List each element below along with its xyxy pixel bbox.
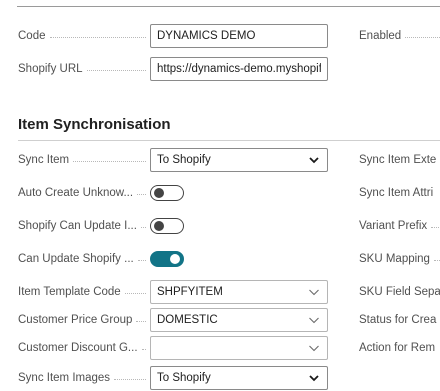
shopify-url-row: Shopify URL https://dynamics-demo.myshop… — [0, 56, 440, 82]
action-for-removed-label: Action for Rem — [359, 342, 436, 354]
auto-create-unknown-label: Auto Create Unknow... — [18, 180, 146, 206]
chevron-down-icon — [307, 285, 321, 299]
item-synchronisation-heading: Item Synchronisation — [18, 116, 171, 133]
toggle-knob — [154, 188, 164, 198]
can-update-shopify-products-label: Can Update Shopify ... — [18, 246, 146, 272]
can-update-shopify-products-row: Can Update Shopify ... SKU Mapping — [0, 246, 440, 272]
sync-item-attributes-label: Sync Item Attri — [359, 187, 434, 199]
auto-create-unknown-row: Auto Create Unknow... Sync Item Attri — [0, 180, 440, 206]
customer-discount-group-row: Customer Discount G... Action for Rem — [0, 335, 440, 361]
sync-item-row: Sync Item To Shopify Sync Item Exte — [0, 147, 440, 173]
customer-discount-group-label: Customer Discount G... — [18, 335, 146, 361]
can-update-shopify-products-toggle[interactable] — [150, 251, 184, 267]
chevron-down-icon — [307, 153, 321, 167]
code-label: Code — [18, 23, 146, 49]
item-template-code-label: Item Template Code — [18, 279, 146, 305]
enabled-label: Enabled — [359, 23, 440, 49]
shopify-can-update-items-row: Shopify Can Update I... Variant Prefix — [0, 213, 440, 239]
auto-create-unknown-toggle[interactable] — [150, 185, 184, 201]
sync-item-select[interactable]: To Shopify — [150, 148, 328, 172]
chevron-down-icon — [307, 341, 321, 355]
sync-item-images-row: Sync Item Images To Shopify — [0, 365, 440, 391]
chevron-down-icon — [307, 313, 321, 327]
shopify-url-label: Shopify URL — [18, 56, 146, 82]
sync-item-label: Sync Item — [18, 147, 146, 173]
customer-price-group-row: Customer Price Group DOMESTIC Status for… — [0, 307, 440, 333]
item-template-code-lookup[interactable]: SHPFYITEM — [150, 280, 328, 304]
code-row: Code DYNAMICS DEMO Enabled — [0, 23, 440, 49]
sync-item-extended-label: Sync Item Exte — [359, 154, 437, 166]
previous-section-divider — [0, 0, 440, 8]
toggle-knob — [170, 254, 180, 264]
customer-price-group-label: Customer Price Group — [18, 307, 146, 333]
sync-item-images-label: Sync Item Images — [18, 365, 146, 391]
shopify-can-update-items-label: Shopify Can Update I... — [18, 213, 146, 239]
sku-field-separator-label: SKU Field Sepa — [359, 286, 440, 298]
shopify-can-update-items-toggle[interactable] — [150, 218, 184, 234]
item-template-code-row: Item Template Code SHPFYITEM SKU Field S… — [0, 279, 440, 305]
toggle-knob — [154, 221, 164, 231]
chevron-down-icon — [307, 371, 321, 385]
sync-item-images-select[interactable]: To Shopify — [150, 366, 328, 390]
variant-prefix-label: Variant Prefix — [359, 213, 440, 239]
status-for-created-label: Status for Crea — [359, 314, 437, 326]
customer-discount-group-lookup[interactable] — [150, 336, 328, 360]
sku-mapping-label: SKU Mapping — [359, 246, 440, 272]
shopify-url-input[interactable]: https://dynamics-demo.myshopify.com — [150, 57, 328, 81]
customer-price-group-lookup[interactable]: DOMESTIC — [150, 308, 328, 332]
section-divider — [18, 140, 440, 141]
code-input[interactable]: DYNAMICS DEMO — [150, 24, 328, 48]
